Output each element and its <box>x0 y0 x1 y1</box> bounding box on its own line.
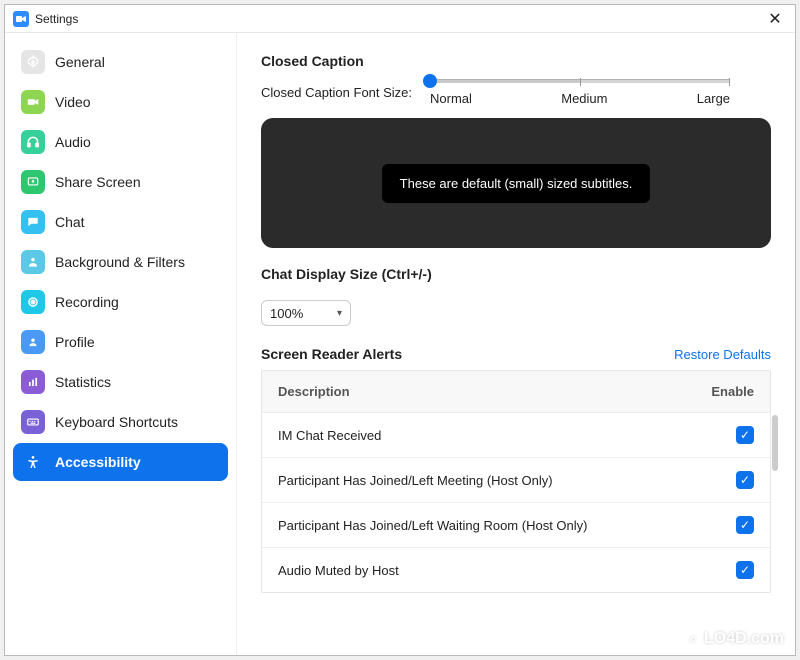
sidebar-item-label: Audio <box>55 134 91 150</box>
sidebar-item-general[interactable]: General <box>13 43 228 81</box>
share-icon <box>21 170 45 194</box>
alert-description: Participant Has Joined/Left Meeting (Hos… <box>278 473 704 488</box>
sidebar-item-label: Video <box>55 94 91 110</box>
sidebar-item-label: Share Screen <box>55 174 141 190</box>
alert-enable-checkbox[interactable]: ✓ <box>736 471 754 489</box>
alerts-table: Description Enable IM Chat Received ✓ Pa… <box>261 370 771 593</box>
copyright-icon: c <box>686 632 700 646</box>
zoom-app-icon <box>13 11 29 27</box>
sidebar-item-label: Keyboard Shortcuts <box>55 414 178 430</box>
accessibility-icon <box>21 450 45 474</box>
alert-row: Participant Has Joined/Left Waiting Room… <box>262 502 770 547</box>
sidebar-item-keyboard[interactable]: Keyboard Shortcuts <box>13 403 228 441</box>
alert-row: Participant Has Joined/Left Meeting (Hos… <box>262 457 770 502</box>
sidebar-item-label: Recording <box>55 294 119 310</box>
sidebar-item-label: Accessibility <box>55 454 141 470</box>
sidebar-item-audio[interactable]: Audio <box>13 123 228 161</box>
restore-defaults-link[interactable]: Restore Defaults <box>674 347 771 362</box>
column-enable: Enable <box>704 384 754 399</box>
alert-description: Audio Muted by Host <box>278 563 704 578</box>
caption-size-label: Closed Caption Font Size: <box>261 85 412 100</box>
alerts-header-row: Description Enable <box>262 371 770 412</box>
keyboard-icon <box>21 410 45 434</box>
alert-enable-checkbox[interactable]: ✓ <box>736 516 754 534</box>
alert-description: Participant Has Joined/Left Waiting Room… <box>278 518 704 533</box>
caption-size-row: Closed Caption Font Size: Normal Medium … <box>261 79 771 106</box>
stats-icon <box>21 370 45 394</box>
sidebar-item-label: Statistics <box>55 374 111 390</box>
window-title: Settings <box>35 12 78 26</box>
chat-icon <box>21 210 45 234</box>
caption-preview: These are default (small) sized subtitle… <box>261 118 771 248</box>
gear-icon <box>21 50 45 74</box>
sidebar-item-recording[interactable]: Recording <box>13 283 228 321</box>
sidebar-item-statistics[interactable]: Statistics <box>13 363 228 401</box>
profile-icon <box>21 330 45 354</box>
closed-caption-title: Closed Caption <box>261 53 771 69</box>
video-icon <box>21 90 45 114</box>
alerts-title: Screen Reader Alerts <box>261 346 402 362</box>
slider-label-large: Large <box>697 91 730 106</box>
caption-preview-text: These are default (small) sized subtitle… <box>382 164 651 203</box>
watermark: c LO4D.com <box>686 630 784 648</box>
chat-display-size-value: 100% <box>270 306 303 321</box>
main-panel: Closed Caption Closed Caption Font Size:… <box>237 33 795 655</box>
content-area: General Video Audio Share Screen <box>5 33 795 655</box>
sidebar-item-label: Background & Filters <box>55 254 185 270</box>
chevron-down-icon: ▾ <box>337 308 342 319</box>
alert-enable-checkbox[interactable]: ✓ <box>736 426 754 444</box>
sidebar-item-chat[interactable]: Chat <box>13 203 228 241</box>
settings-window: Settings ✕ General Video Audio <box>4 4 796 656</box>
slider-label-normal: Normal <box>430 91 472 106</box>
chat-display-title: Chat Display Size (Ctrl+/-) <box>261 266 771 282</box>
column-description: Description <box>278 384 704 399</box>
sidebar-item-label: General <box>55 54 105 70</box>
watermark-text: LO4D.com <box>704 630 784 648</box>
record-icon <box>21 290 45 314</box>
sidebar-item-accessibility[interactable]: Accessibility <box>13 443 228 481</box>
scrollbar-thumb[interactable] <box>772 415 778 471</box>
slider-thumb[interactable] <box>423 74 437 88</box>
person-icon <box>21 250 45 274</box>
sidebar-item-label: Profile <box>55 334 95 350</box>
slider-label-medium: Medium <box>561 91 607 106</box>
alert-description: IM Chat Received <box>278 428 704 443</box>
sidebar: General Video Audio Share Screen <box>5 33 237 655</box>
sidebar-item-video[interactable]: Video <box>13 83 228 121</box>
sidebar-item-label: Chat <box>55 214 85 230</box>
titlebar: Settings ✕ <box>5 5 795 33</box>
sidebar-item-profile[interactable]: Profile <box>13 323 228 361</box>
alert-enable-checkbox[interactable]: ✓ <box>736 561 754 579</box>
sidebar-item-background[interactable]: Background & Filters <box>13 243 228 281</box>
chat-display-size-select[interactable]: 100% ▾ <box>261 300 351 326</box>
alert-row: Audio Muted by Host ✓ <box>262 547 770 592</box>
close-button[interactable]: ✕ <box>763 9 787 29</box>
alert-row: IM Chat Received ✓ <box>262 412 770 457</box>
sidebar-item-share-screen[interactable]: Share Screen <box>13 163 228 201</box>
caption-size-slider[interactable]: Normal Medium Large <box>430 79 730 106</box>
headphones-icon <box>21 130 45 154</box>
